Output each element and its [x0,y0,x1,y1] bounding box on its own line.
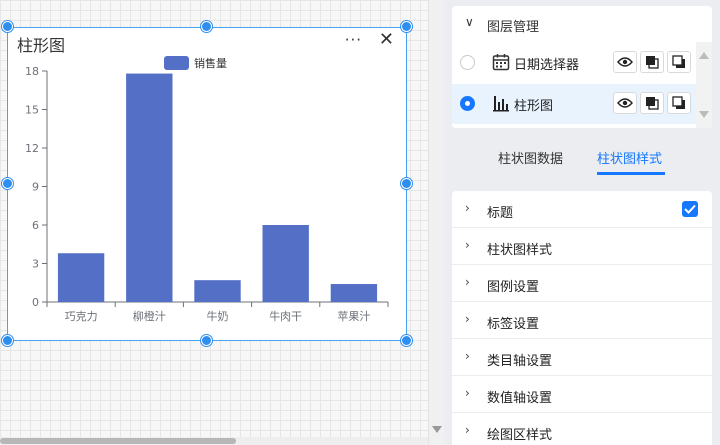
resize-handle-top-right[interactable] [401,21,412,32]
chevron-right-icon: › [465,312,470,326]
resize-handle-bottom[interactable] [201,335,212,346]
layer-manager-header[interactable]: ∨ 图层管理 [452,6,712,42]
design-canvas[interactable]: 柱形图 ··· ✕ 0 3 6 9 12 15 18 巧克力 柳橙汁 牛奶 牛肉干 苹果汁 销售量 [0,0,428,445]
x-tick-label: 巧克力 [65,310,98,323]
bar-chart-widget[interactable]: 柱形图 ··· ✕ 0 3 6 9 12 15 18 巧克力 柳橙汁 牛奶 牛肉干 苹果汁 销售量 [7,27,407,341]
scroll-up-icon[interactable] [699,52,709,59]
bring-forward-button[interactable] [640,51,664,73]
setting-label: 图例设置 [487,280,540,295]
chevron-right-icon: › [465,275,470,289]
title-visible-checkbox[interactable] [682,201,698,217]
resize-handle-top[interactable] [201,21,212,32]
layer-label: 日期选择器 [514,58,580,73]
x-tick-label: 牛奶 [207,309,229,323]
send-backward-icon [672,96,685,109]
send-backward-button[interactable] [667,92,691,114]
bring-forward-icon [646,56,659,69]
layer-radio[interactable] [460,96,475,111]
chevron-right-icon: › [465,386,470,400]
chevron-right-icon: › [465,423,470,437]
style-settings-list: › 标题 › 柱状图样式 › 图例设置 › 标签设置 › 类目轴设置 › 数值轴… [452,191,712,445]
legend-label: 销售量 [194,56,227,70]
layer-item-bar-chart[interactable]: 柱形图 [452,84,696,124]
resize-handle-bottom-left[interactable] [2,335,13,346]
resize-handle-right[interactable] [401,178,412,189]
setting-labels[interactable]: › 标签设置 [452,302,712,339]
setting-label: 柱状图样式 [487,243,553,258]
horizontal-scroll-thumb[interactable] [0,438,236,444]
active-tab-indicator [597,172,665,175]
layer-radio[interactable] [460,55,475,70]
x-tick-label: 柳橙汁 [133,309,166,323]
setting-value-axis[interactable]: › 数值轴设置 [452,376,712,413]
resize-handle-top-left[interactable] [2,21,13,32]
y-tick-label: 15 [25,104,39,117]
bring-forward-button[interactable] [640,92,664,114]
scroll-down-icon[interactable] [699,111,709,118]
setting-category-axis[interactable]: › 类目轴设置 [452,339,712,376]
bar [194,280,241,302]
y-tick-label: 12 [25,142,39,155]
properties-panel: ∨ 图层管理 日期选择器 柱形图 柱状图数据 柱状图样式 › 标题 › 柱状图样… [444,0,720,445]
chevron-right-icon: › [465,349,470,363]
y-tick-label: 6 [32,219,39,232]
bar [57,253,105,302]
setting-label: 类目轴设置 [487,354,553,369]
visibility-button[interactable] [613,51,637,73]
setting-bar-style[interactable]: › 柱状图样式 [452,228,712,265]
resize-handle-left[interactable] [2,178,13,189]
send-backward-icon [672,55,685,68]
config-tabs: 柱状图数据 柱状图样式 [452,142,712,176]
bar-chart-icon [493,96,509,112]
setting-label: 标签设置 [487,317,540,332]
x-tick-label: 牛肉干 [269,309,302,323]
setting-legend[interactable]: › 图例设置 [452,265,712,302]
bar-chart: 0 3 6 9 12 15 18 巧克力 柳橙汁 牛奶 牛肉干 苹果汁 销售量 [25,56,389,323]
scroll-down-icon[interactable] [432,426,442,433]
eye-icon [617,57,633,67]
chevron-right-icon: › [465,238,470,252]
horizontal-scrollbar[interactable] [0,437,428,445]
bar [262,225,309,302]
layer-manager: ∨ 图层管理 日期选择器 柱形图 [452,6,712,128]
y-tick-label: 9 [32,181,39,194]
calendar-icon [492,54,510,71]
bring-forward-icon [646,97,659,110]
vertical-scrollbar[interactable] [428,0,444,445]
setting-label: 数值轴设置 [487,391,553,406]
setting-plot-area[interactable]: › 绘图区样式 [452,413,712,445]
resize-handle-bottom-right[interactable] [401,335,412,346]
chevron-down-icon: ∨ [465,15,474,29]
layer-manager-title: 图层管理 [487,20,540,35]
bar [330,284,378,302]
legend-swatch [164,56,189,70]
layer-label: 柱形图 [514,99,554,114]
layer-item-date-picker[interactable]: 日期选择器 [452,43,696,83]
check-icon [684,204,696,214]
bar [126,73,173,302]
y-tick-label: 18 [25,65,39,78]
layer-list-scrollbar[interactable] [696,42,712,128]
send-backward-button[interactable] [667,51,691,73]
tab-chart-data[interactable]: 柱状图数据 [498,148,563,167]
setting-label: 绘图区样式 [487,428,553,443]
eye-icon [617,98,633,108]
x-tick-label: 苹果汁 [337,309,370,323]
y-tick-label: 3 [32,258,39,271]
setting-label: 标题 [487,206,514,221]
chevron-right-icon: › [465,201,470,215]
visibility-button[interactable] [613,92,637,114]
tab-chart-style[interactable]: 柱状图样式 [597,148,662,167]
y-tick-label: 0 [32,296,39,309]
setting-title[interactable]: › 标题 [452,191,712,228]
